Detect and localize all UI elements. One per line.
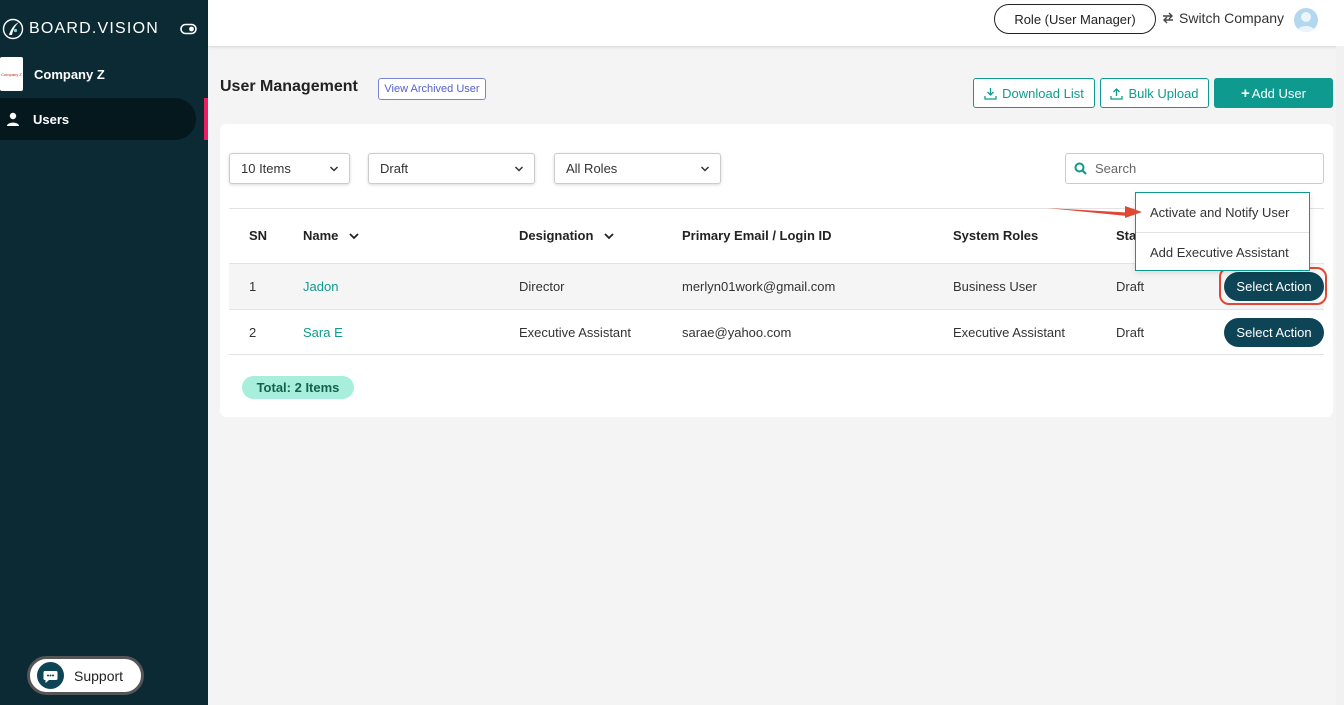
sidebar-item-label: Users [33,111,70,127]
view-archived-button[interactable]: View Archived User [378,78,486,100]
roles-filter-value: All Roles [566,161,618,176]
chevron-down-icon [349,232,360,239]
avatar-icon [1297,12,1315,32]
chevron-down-icon [700,166,710,172]
column-header-system-roles: System Roles [953,228,1039,243]
column-header-status: Sta [1116,228,1137,243]
roles-filter-select[interactable]: All Roles [554,153,721,184]
cell-sn: 2 [249,325,257,340]
cell-status: Draft [1116,325,1145,340]
action-dropdown-menu: Activate and Notify User Add Executive A… [1135,192,1310,271]
total-items-badge: Total: 2 Items [242,376,354,399]
column-header-sn: SN [249,228,268,243]
search-icon [1074,162,1087,175]
cell-email: sarae@yahoo.com [682,325,792,340]
avatar[interactable] [1294,8,1318,32]
cell-system-role: Executive Assistant [953,325,1065,340]
plus-icon: + [1241,84,1250,102]
items-per-page-value: 10 Items [241,161,291,176]
upload-icon [1110,87,1124,100]
support-label: Support [74,667,124,684]
cell-designation: Director [519,279,565,294]
active-nav-marker [204,98,208,140]
status-filter-value: Draft [380,161,409,176]
scrollbar[interactable] [1336,46,1344,705]
action-highlight-annotation [1219,267,1327,305]
cell-system-role: Business User [953,279,1037,294]
cell-name-link[interactable]: Sara E [303,325,343,340]
page-title: User Management [220,78,358,95]
brand-name: BOARD.VISION [29,20,159,37]
user-icon [7,112,19,126]
menu-item-activate-notify[interactable]: Activate and Notify User [1136,193,1309,232]
switch-icon [1163,12,1173,24]
items-per-page-select[interactable]: 10 Items [229,153,350,184]
company-logo: Company Z [0,57,23,91]
row-divider [229,309,1324,310]
row-divider [229,354,1324,355]
menu-item-add-executive-assistant[interactable]: Add Executive Assistant [1136,232,1309,271]
search-input[interactable] [1095,161,1295,176]
bulk-upload-button[interactable]: Bulk Upload [1100,78,1209,108]
download-icon [984,87,997,100]
column-header-email: Primary Email / Login ID [682,228,832,243]
sidebar: BOARD.VISION Company Z Company Z Users S… [0,0,208,705]
bulk-upload-label: Bulk Upload [1128,85,1199,101]
role-button[interactable]: Role (User Manager) [994,4,1156,34]
toggle-icon[interactable] [180,22,197,36]
chat-icon [37,662,64,689]
switch-company-label: Switch Company [1179,10,1285,26]
sidebar-item-users[interactable]: Users [0,98,196,140]
company-switcher[interactable]: Company Z Company Z [0,57,105,91]
arrow-icon [1047,206,1142,218]
download-list-label: Download List [1002,85,1084,101]
chevron-down-icon [329,166,339,172]
column-header-designation[interactable]: Designation [519,228,615,243]
add-user-label: Add User [1251,85,1306,101]
select-action-button[interactable]: Select Action [1224,318,1324,347]
chevron-down-icon [514,166,524,172]
cell-email: merlyn01work@gmail.com [682,279,836,294]
cell-designation: Executive Assistant [519,325,631,340]
brand[interactable]: BOARD.VISION [0,16,159,42]
cell-name-link[interactable]: Jadon [303,279,338,294]
chevron-down-icon [604,232,615,239]
status-filter-select[interactable]: Draft [368,153,535,184]
search-box[interactable] [1065,153,1324,184]
board-vision-logo-icon [2,18,24,40]
column-header-name[interactable]: Name [303,228,360,243]
add-user-button[interactable]: + Add User [1214,78,1333,108]
support-button[interactable]: Support [27,656,144,695]
switch-company-button[interactable]: Switch Company [1161,10,1284,26]
company-name: Company Z [34,66,105,82]
cell-sn: 1 [249,279,257,294]
cell-status: Draft [1116,279,1145,294]
download-list-button[interactable]: Download List [973,78,1095,108]
